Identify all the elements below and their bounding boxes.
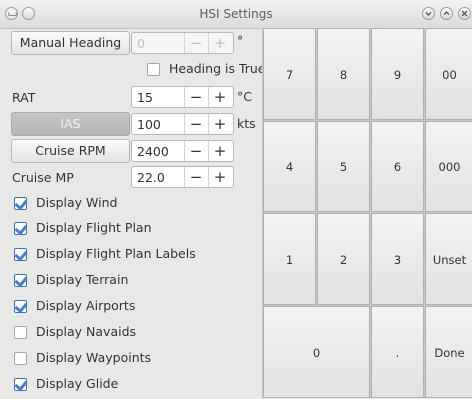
checkbox[interactable] <box>14 274 27 287</box>
rat-spinner[interactable]: 15 − + <box>131 86 234 108</box>
display-glide-label: Display Glide <box>36 376 119 391</box>
key-3[interactable]: 3 <box>371 213 424 305</box>
title-bar: HSI Settings <box>0 0 472 29</box>
ias-increment[interactable]: + <box>208 114 231 134</box>
display-terrain-label: Display Terrain <box>36 272 129 287</box>
manual-heading-button[interactable]: Manual Heading <box>11 31 130 55</box>
cruise-mp-label: Cruise MP <box>12 170 74 185</box>
key-8[interactable]: 8 <box>317 28 370 120</box>
ias-decrement[interactable]: − <box>184 114 207 134</box>
cruise-mp-value[interactable]: 22.0 <box>137 170 165 185</box>
numeric-keypad: 7 8 9 00 4 5 6 000 1 2 3 Unset 0 . Done <box>262 28 472 398</box>
key-4[interactable]: 4 <box>263 121 316 212</box>
maximize-button[interactable] <box>440 7 453 20</box>
checkbox[interactable] <box>14 248 27 261</box>
key-1[interactable]: 1 <box>263 213 316 305</box>
checkbox[interactable] <box>14 378 27 391</box>
heading-value: 0 <box>137 36 145 51</box>
key-000[interactable]: 000 <box>425 121 472 212</box>
rat-value[interactable]: 15 <box>137 90 153 105</box>
ias-button: IAS <box>11 112 130 136</box>
ias-spinner[interactable]: 100 − + <box>131 113 234 135</box>
display-wind-label: Display Wind <box>36 195 118 210</box>
rat-label: RAT <box>12 90 36 105</box>
key-7[interactable]: 7 <box>263 28 316 120</box>
checkbox[interactable] <box>14 326 27 339</box>
cruise-mp-spinner[interactable]: 22.0 − + <box>131 166 234 188</box>
cruise-rpm-spinner[interactable]: 2400 − + <box>131 140 234 162</box>
key-2[interactable]: 2 <box>317 213 370 305</box>
cruise-rpm-decrement[interactable]: − <box>184 141 207 161</box>
cruise-rpm-value[interactable]: 2400 <box>137 144 169 159</box>
rat-increment[interactable]: + <box>208 87 231 107</box>
done-button[interactable]: Done <box>425 306 472 398</box>
heading-increment: + <box>208 33 231 53</box>
key-9[interactable]: 9 <box>371 28 424 120</box>
chevron-down-icon <box>425 12 432 16</box>
cruise-rpm-button[interactable]: Cruise RPM <box>11 139 130 163</box>
display-airports-label: Display Airports <box>36 298 136 313</box>
rat-unit: °C <box>237 89 252 104</box>
key-0[interactable]: 0 <box>263 306 370 398</box>
key-5[interactable]: 5 <box>317 121 370 212</box>
ias-value[interactable]: 100 <box>137 117 161 132</box>
key-6[interactable]: 6 <box>371 121 424 212</box>
window-title: HSI Settings <box>199 7 273 21</box>
minimize-button[interactable] <box>422 7 435 20</box>
cruise-mp-increment[interactable]: + <box>208 167 231 187</box>
cruise-mp-decrement[interactable]: − <box>184 167 207 187</box>
display-waypoints-label: Display Waypoints <box>36 350 152 365</box>
heading-decrement: − <box>184 33 207 53</box>
ias-unit: kts <box>237 116 256 131</box>
key-decimal-point[interactable]: . <box>371 306 424 398</box>
heading-spinner: 0 − + <box>131 32 234 54</box>
display-navaids-label: Display Navaids <box>36 324 137 339</box>
checkbox[interactable] <box>14 222 27 235</box>
close-button[interactable] <box>458 7 471 20</box>
key-00[interactable]: 00 <box>425 28 472 120</box>
rat-decrement[interactable]: − <box>184 87 207 107</box>
heading-true-label: Heading is True <box>169 61 266 76</box>
cruise-rpm-increment[interactable]: + <box>208 141 231 161</box>
checkbox[interactable] <box>147 63 160 76</box>
checkbox[interactable] <box>14 352 27 365</box>
unset-button[interactable]: Unset <box>425 213 472 305</box>
checkbox[interactable] <box>14 197 27 210</box>
checkbox[interactable] <box>14 300 27 313</box>
display-flight-plan-labels-label: Display Flight Plan Labels <box>36 246 196 261</box>
close-icon <box>461 10 468 17</box>
heading-unit: ° <box>237 33 244 48</box>
chevron-up-icon <box>443 11 450 15</box>
display-flight-plan-label: Display Flight Plan <box>36 220 152 235</box>
